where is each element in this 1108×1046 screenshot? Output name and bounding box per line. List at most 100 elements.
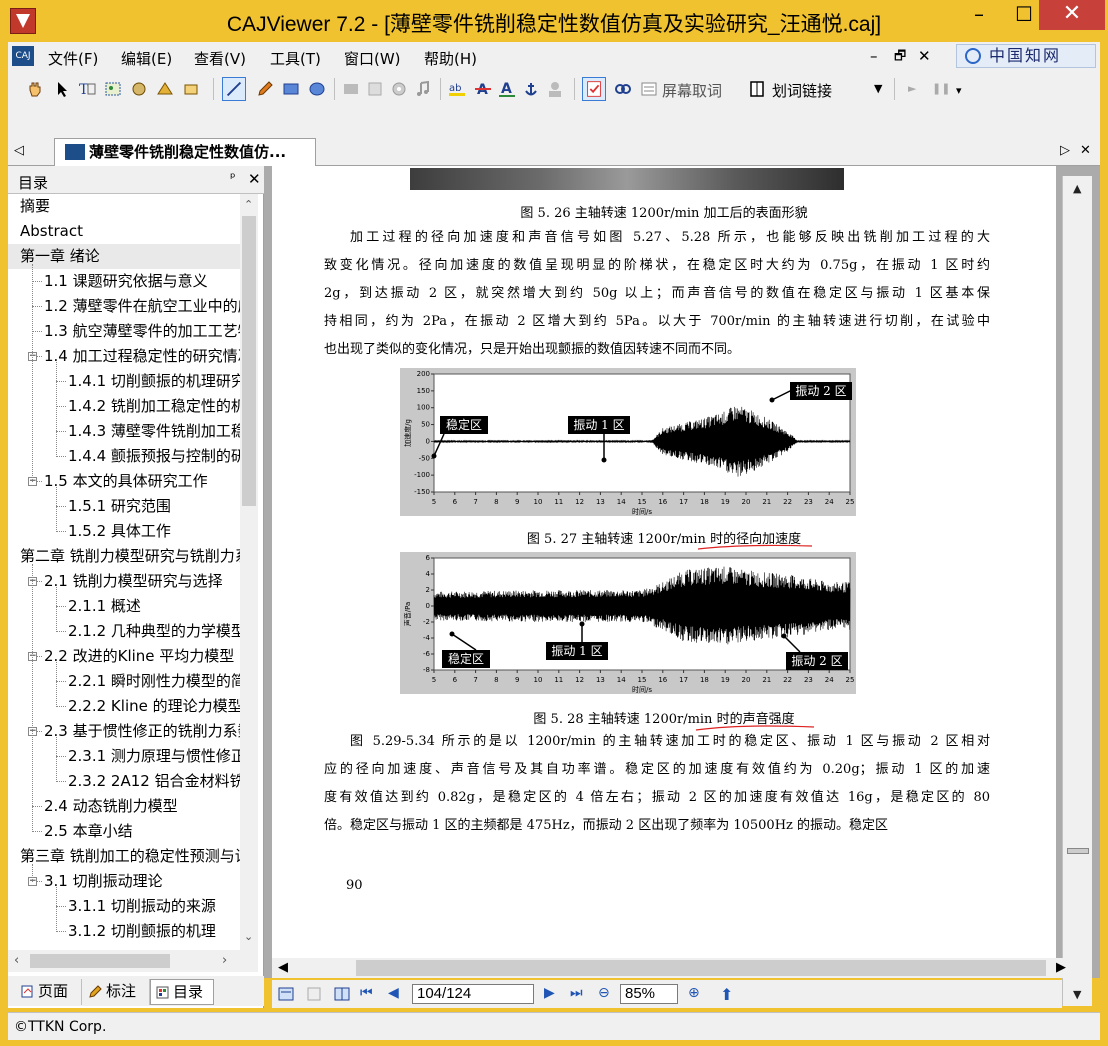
document-hscroll-thumb[interactable] [356,960,1046,976]
chevron-left-icon[interactable]: ‹ [14,953,19,968]
menu-help[interactable]: 帮助(H) [424,48,477,69]
close-button[interactable]: ✕ [1039,0,1105,30]
tab-toc[interactable]: 目录 [150,979,214,1005]
chevron-up-icon[interactable]: ⌃ [244,198,253,211]
tab-annotations[interactable]: 标注 [84,979,150,1005]
menu-edit[interactable]: 编辑(E) [121,48,172,69]
toc-item[interactable]: −3.1 切削振动理论 [8,869,240,894]
document-horizontal-scrollbar[interactable]: ◀ ▶ [272,958,1072,978]
toc-item[interactable]: −2.3 基于惯性修正的铣削力系数 [8,719,240,744]
toc-item[interactable]: 3.1.1 切削振动的来源 [8,894,240,919]
document-vertical-scrollbar[interactable]: ▲ ▼ [1062,176,1092,1006]
toc-item[interactable]: 3.1.2 切削颤振的机理 [8,919,240,944]
select-arrow-icon[interactable] [54,80,72,98]
document-scroll-thumb[interactable] [1067,848,1089,854]
tab-scroll-left-icon[interactable]: ◁ [14,143,24,158]
strikethrough-icon[interactable]: A [474,80,492,98]
word-link-dropdown-icon[interactable]: ▼ [874,82,882,95]
first-page-icon[interactable]: ⏮ [360,985,373,1001]
document-menu-icon[interactable]: CAJ [12,46,34,66]
underline-icon[interactable]: A [498,80,516,98]
toc-item[interactable]: −2.2 改进的Kline 平均力模型 [8,644,240,669]
mdi-close-button[interactable]: ✕ [918,47,931,65]
stamp-icon[interactable] [366,80,384,98]
minimize-button[interactable]: – [958,0,1000,30]
toc-item[interactable]: −2.1 铣削力模型研究与选择 [8,569,240,594]
toc-item[interactable]: 1.4.4 颤振预报与控制的研 [8,444,240,469]
toc-item[interactable]: 2.1.2 几种典型的力学模型 [8,619,240,644]
pause-icon[interactable]: ❚❚ [932,82,950,95]
toc-item[interactable]: 2.5 本章小结 [8,819,240,844]
scroll-down-icon[interactable]: ▼ [1073,988,1081,1001]
menu-tools[interactable]: 工具(T) [270,48,321,69]
rectangle-tool-icon[interactable] [282,80,300,98]
toc-item[interactable]: 2.2.1 瞬时刚性力模型的简 [8,669,240,694]
up-arrow-icon[interactable]: ⬆ [720,985,733,1004]
toc-item[interactable]: 1.2 薄壁零件在航空工业中的应 [8,294,240,319]
toc-item[interactable]: 1.4.3 薄壁零件铣削加工稳 [8,419,240,444]
gear-icon[interactable] [390,80,408,98]
toc-item[interactable]: 第二章 铣削力模型研究与铣削力系 [8,544,240,569]
toc-item[interactable]: 1.1 课题研究依据与意义 [8,269,240,294]
ellipse-tool-icon[interactable] [308,80,326,98]
toc-hscroll-thumb[interactable] [30,954,170,968]
toc-item[interactable]: 1.4.1 切削颤振的机理研究 [8,369,240,394]
toc-scroll-thumb[interactable] [242,216,256,506]
menu-file[interactable]: 文件(F) [48,48,98,69]
scroll-up-icon[interactable]: ▲ [1073,182,1081,195]
eraser-icon[interactable] [342,80,360,98]
toc-item[interactable]: 1.5.2 具体工作 [8,519,240,544]
screen-word-icon[interactable] [640,80,658,98]
toc-item[interactable]: 第三章 铣削加工的稳定性预测与试 [8,844,240,869]
pencil-tool-icon[interactable] [256,80,274,98]
zoom-level-input[interactable]: 85% [620,984,678,1004]
anchor-icon[interactable] [522,80,540,98]
highlight-tool-icon[interactable] [182,80,200,98]
toc-item[interactable]: 2.3.2 2A12 铝合金材料铣 [8,769,240,794]
book-icon[interactable] [748,80,766,98]
single-page-view-icon[interactable] [278,987,294,1001]
chevron-right-icon[interactable]: › [222,953,227,968]
line-tool-icon[interactable] [222,77,246,101]
cnki-brand-logo[interactable]: 中国知网 [956,44,1096,68]
facing-pages-icon[interactable] [334,987,350,1001]
play-icon[interactable]: ► [908,82,916,95]
mdi-restore-button[interactable]: 🗗 [894,47,906,69]
text-highlight-icon[interactable]: ab [448,80,466,98]
toolbar-overflow-icon[interactable]: ▾ [956,84,962,97]
music-note-icon[interactable] [414,80,432,98]
tab-close-icon[interactable]: ✕ [1080,143,1091,158]
toc-item[interactable]: 2.3.1 测力原理与惯性修正 [8,744,240,769]
toc-item[interactable]: 2.2.2 Kline 的理论力模型及 [8,694,240,719]
annotation-user-icon[interactable] [546,80,564,98]
last-page-icon[interactable]: ⏭ [570,985,583,1001]
page-number-input[interactable]: 104/124 [412,984,534,1004]
title-bar[interactable]: CAJViewer 7.2 - [薄壁零件铣削稳定性数值仿真及实验研究_汪通悦.… [0,0,1108,42]
menu-view[interactable]: 查看(V) [194,48,246,69]
screen-word-button[interactable]: 屏幕取词 [662,80,722,101]
scroll-right-icon[interactable]: ▶ [1056,960,1066,975]
snapshot-icon[interactable] [130,80,148,98]
tab-scroll-right-icon[interactable]: ▷ [1060,143,1070,158]
word-link-button[interactable]: 划词链接 [772,80,832,101]
text-select-icon[interactable]: T [78,80,96,98]
image-select-icon[interactable] [104,80,122,98]
toc-item[interactable]: Abstract [8,219,240,244]
toc-item[interactable]: 1.4.2 铣削加工稳定性的机 [8,394,240,419]
tab-pages[interactable]: 页面 [16,979,82,1005]
toc-item[interactable]: −1.4 加工过程稳定性的研究情况 [8,344,240,369]
chevron-down-icon[interactable]: ⌄ [244,930,253,943]
toc-item[interactable]: 摘要 [8,194,240,219]
hand-tool-icon[interactable] [26,80,44,98]
sidebar-close-button[interactable]: ✕ [248,170,261,188]
note-check-icon[interactable] [582,77,606,101]
next-page-icon[interactable]: ▶ [544,985,555,1001]
toc-item[interactable]: 第一章 绪论 [8,244,240,269]
zoom-region-icon[interactable] [156,80,174,98]
pin-icon[interactable]: ᵖ [230,171,236,186]
menu-window[interactable]: 窗口(W) [344,48,401,69]
zoom-in-icon[interactable]: ⊕ [688,985,700,1001]
tab-document[interactable]: 薄壁零件铣削稳定性数值仿... [54,138,316,166]
mdi-minimize-button[interactable]: – [870,47,878,65]
document-viewport[interactable]: 图 5. 26 主轴转速 1200r/min 加工后的表面形貌 加工过程的径向加… [264,166,1100,978]
